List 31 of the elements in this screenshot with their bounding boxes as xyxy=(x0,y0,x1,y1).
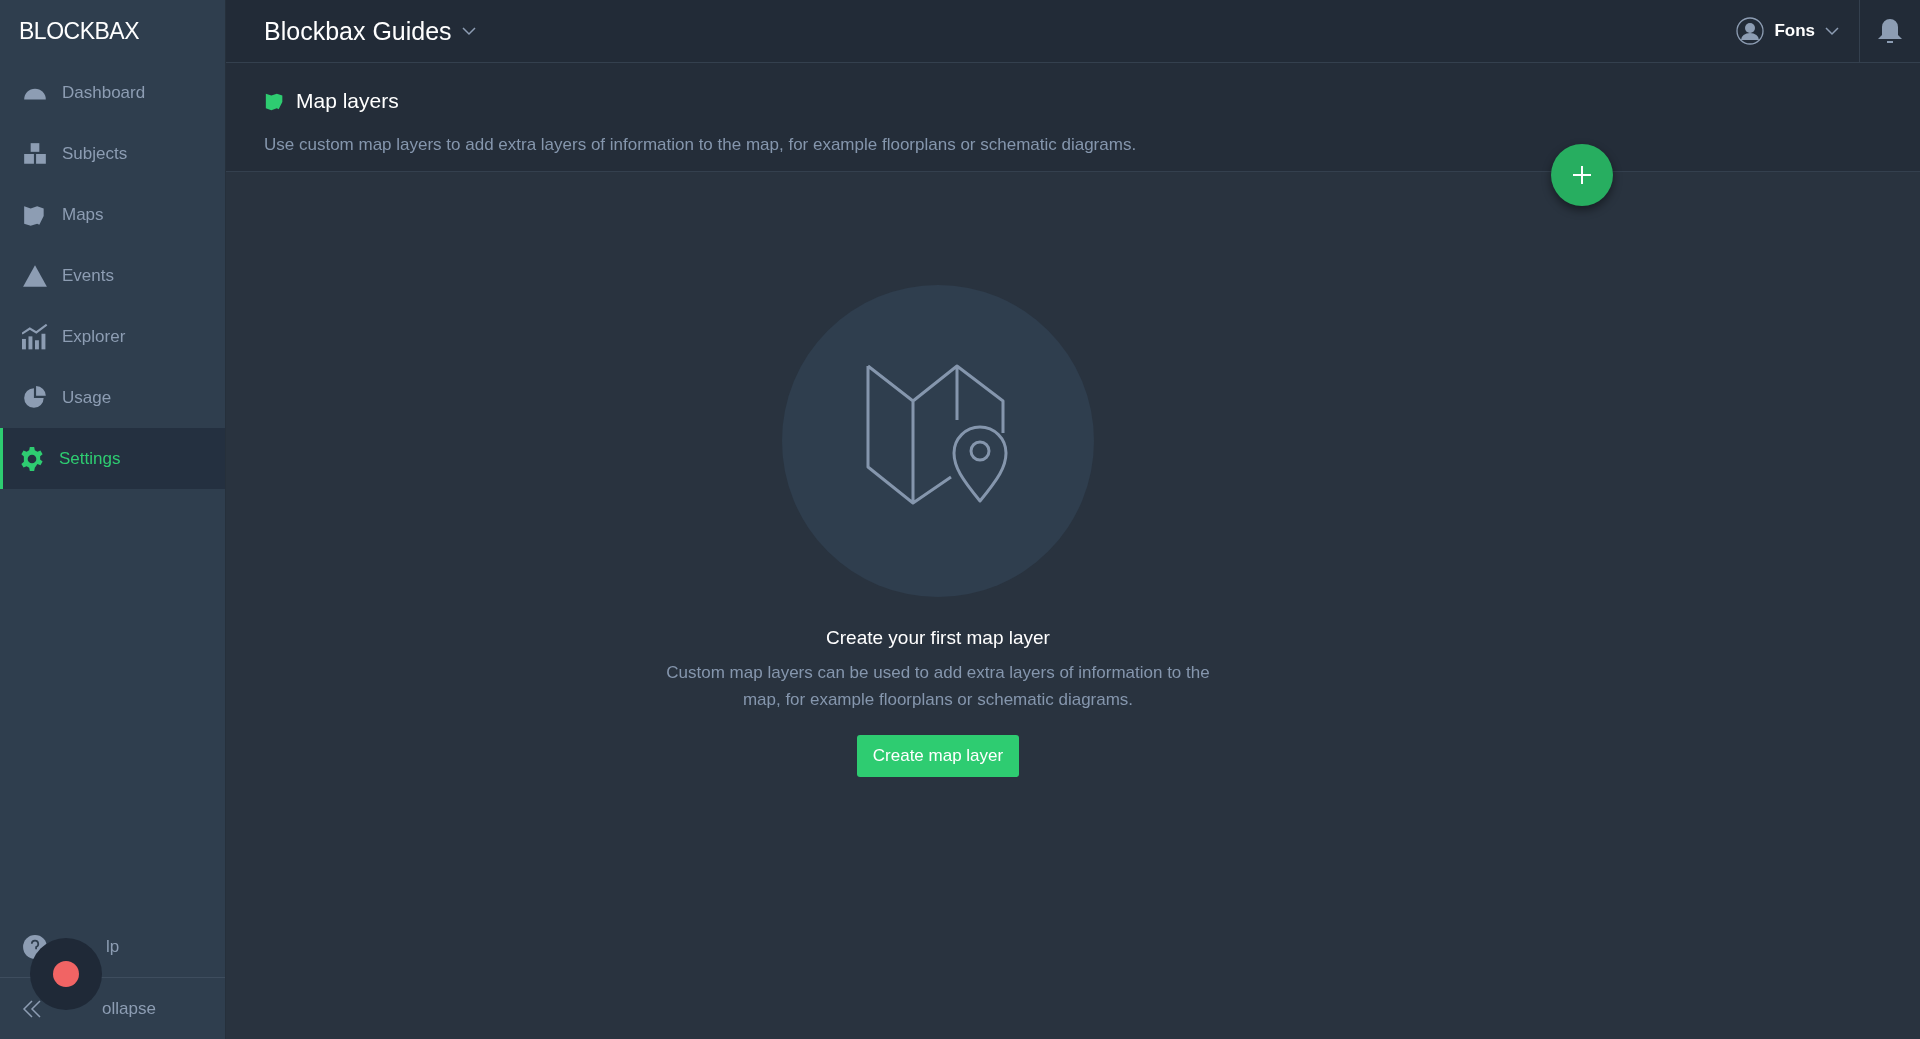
boxes-icon xyxy=(22,140,48,167)
section-title: Map layers xyxy=(296,89,399,113)
plus-icon xyxy=(1571,164,1593,186)
empty-state-title: Create your first map layer xyxy=(826,627,1050,649)
sidebar-item[interactable]: Maps xyxy=(0,184,225,245)
create-map-layer-button[interactable]: Create map layer xyxy=(856,735,1020,777)
chevron-down-icon xyxy=(461,26,476,36)
sidebar-item[interactable]: Settings xyxy=(0,428,225,489)
record-dot-icon xyxy=(53,961,79,987)
help-label: lp xyxy=(106,936,120,957)
chevron-down-icon xyxy=(1825,26,1839,36)
pie-chart-icon xyxy=(22,384,48,411)
project-dropdown[interactable]: Blockbax Guides xyxy=(264,16,476,46)
settings-icon xyxy=(19,445,45,472)
empty-state-text: Custom map layers can be used to add extra layers of information to the map, for example floorplans or schematic diagrams. xyxy=(665,662,1211,711)
bell-icon[interactable] xyxy=(1877,17,1903,45)
sidebar-item[interactable]: Usage xyxy=(0,367,225,428)
record-button[interactable] xyxy=(30,938,102,1010)
sidebar-item[interactable]: Events xyxy=(0,245,225,306)
user-menu[interactable]: Fons xyxy=(1736,0,1860,62)
logo: BLOCKBAX xyxy=(18,16,140,46)
sidebar-item[interactable]: Dashboard xyxy=(0,62,225,123)
chart-icon xyxy=(22,323,48,350)
add-button[interactable] xyxy=(1551,144,1613,206)
sidebar-item[interactable]: Subjects xyxy=(0,123,225,184)
collapse-label: ollapse xyxy=(102,998,156,1019)
sidebar-item[interactable]: Explorer xyxy=(0,306,225,367)
collapse-button[interactable]: ollapse xyxy=(0,978,225,1039)
avatar-icon xyxy=(1736,17,1765,45)
section-description: Use custom map layers to add extra layers of information to the map, for example floorplans or schematic diagrams. xyxy=(264,135,1138,155)
double-chevron-left-icon xyxy=(22,997,44,1020)
